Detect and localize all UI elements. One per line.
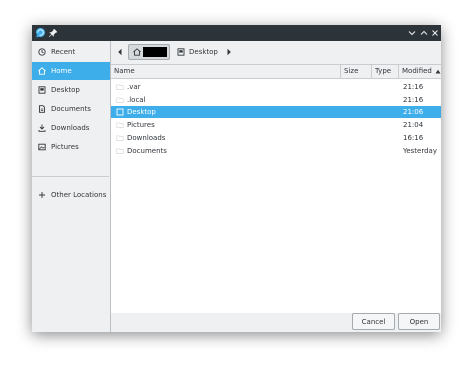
app-icon	[35, 27, 46, 38]
file-modified: 21:04	[403, 121, 424, 129]
file-list-header: Name Size Type Modified	[111, 65, 441, 79]
column-header-label: Name	[114, 67, 135, 75]
home-icon	[133, 48, 141, 56]
pin-icon[interactable]	[49, 29, 57, 37]
clock-icon	[38, 48, 46, 56]
plus-icon	[38, 191, 46, 199]
column-header-size[interactable]: Size	[341, 65, 372, 78]
sort-ascending-icon	[435, 69, 441, 73]
redacted-username	[143, 47, 167, 57]
download-icon	[38, 124, 46, 132]
desktop-icon	[116, 108, 124, 116]
file-row[interactable]: Pictures 21:04	[111, 119, 441, 131]
sidebar-item-recent[interactable]: Recent	[32, 43, 110, 61]
sidebar-item-label: Desktop	[51, 86, 80, 94]
sidebar-item-desktop[interactable]: Desktop	[32, 81, 110, 99]
file-name: Pictures	[127, 121, 155, 129]
path-forward-button[interactable]	[224, 46, 234, 58]
sidebar-item-label: Pictures	[51, 143, 79, 151]
path-bar: Desktop	[111, 41, 441, 65]
sidebar-item-downloads[interactable]: Downloads	[32, 119, 110, 137]
path-button-desktop[interactable]: Desktop	[174, 44, 223, 60]
desktop-icon	[177, 48, 185, 56]
chevron-left-icon	[118, 48, 122, 56]
close-button[interactable]	[429, 27, 441, 39]
column-header-label: Size	[344, 67, 359, 75]
file-name: Downloads	[127, 134, 166, 142]
close-icon	[432, 30, 438, 36]
sidebar-item-documents[interactable]: Documents	[32, 100, 110, 118]
chevron-down-icon	[408, 31, 416, 36]
title-bar	[32, 25, 441, 41]
path-button-label: Desktop	[189, 48, 218, 56]
sidebar-item-home[interactable]: Home	[32, 62, 110, 80]
folder-icon	[116, 148, 124, 154]
file-name: .local	[127, 96, 146, 104]
column-header-label: Modified	[402, 67, 432, 75]
file-row[interactable]: Downloads 16:16	[111, 132, 441, 144]
file-row-selected[interactable]: Desktop 21:06	[111, 106, 441, 118]
file-modified: 21:16	[403, 83, 424, 91]
sidebar-item-label: Home	[51, 67, 72, 75]
button-label: Open	[409, 317, 429, 326]
path-button-home[interactable]	[128, 44, 170, 60]
sidebar-item-label: Other Locations	[51, 191, 107, 199]
column-header-label: Type	[375, 67, 392, 75]
document-icon	[38, 105, 46, 113]
file-row[interactable]: Documents Yesterday	[111, 145, 441, 157]
sidebar-item-label: Recent	[51, 48, 76, 56]
file-modified: 21:16	[403, 96, 424, 104]
file-modified: 16:16	[403, 134, 424, 142]
sidebar-item-label: Documents	[51, 105, 91, 113]
column-header-type[interactable]: Type	[372, 65, 399, 78]
folder-icon	[116, 97, 124, 103]
button-label: Cancel	[361, 317, 386, 326]
sidebar-divider	[32, 176, 109, 177]
folder-icon	[116, 84, 124, 90]
file-row[interactable]: .local 21:16	[111, 94, 441, 106]
dialog-footer: Cancel Open	[111, 313, 441, 332]
chevron-right-icon	[227, 48, 231, 56]
file-name: Documents	[127, 147, 167, 155]
sidebar-item-other-locations[interactable]: Other Locations	[32, 186, 110, 204]
folder-icon	[116, 135, 124, 141]
column-header-modified[interactable]: Modified	[399, 65, 441, 78]
home-icon	[38, 67, 46, 75]
places-sidebar: Recent Home Desktop Documents Downloads	[32, 41, 111, 332]
chevron-up-icon	[420, 30, 428, 35]
cancel-button[interactable]: Cancel	[352, 313, 395, 330]
file-name: Desktop	[127, 108, 156, 116]
file-row[interactable]: .var 21:16	[111, 81, 441, 93]
desktop-icon	[38, 86, 46, 94]
file-modified: Yesterday	[403, 147, 437, 155]
file-modified: 21:06	[403, 108, 424, 116]
sidebar-item-label: Downloads	[51, 124, 90, 132]
path-back-button[interactable]	[115, 46, 125, 58]
file-list: Name Size Type Modified .var 21:16 .loca…	[111, 65, 441, 313]
picture-icon	[38, 143, 46, 151]
file-chooser-dialog: Recent Home Desktop Documents Downloads	[32, 25, 441, 332]
file-name: .var	[127, 83, 141, 91]
minimize-button[interactable]	[406, 27, 418, 39]
sidebar-item-pictures[interactable]: Pictures	[32, 138, 110, 156]
folder-icon	[116, 122, 124, 128]
column-header-name[interactable]: Name	[111, 65, 341, 78]
open-button[interactable]: Open	[398, 313, 440, 330]
